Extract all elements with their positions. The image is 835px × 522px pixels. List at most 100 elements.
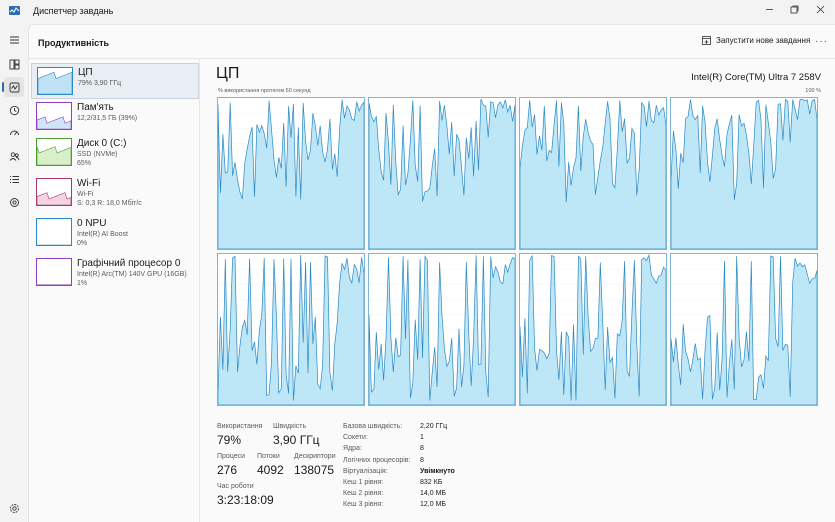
device-name: Диск 0 (C:)	[77, 138, 127, 149]
spec-value: 832 КБ	[420, 479, 443, 486]
spec-label: Кеш 2 рівня:	[343, 490, 384, 498]
device-detail: SSD (NVMe)	[77, 151, 118, 158]
spec-label: Кеш 3 рівня:	[343, 501, 384, 509]
device-detail: 12,2/31,5 ГБ (39%)	[77, 115, 138, 122]
usage-label: Використання	[217, 423, 263, 430]
handles-label: Дескриптори	[294, 453, 336, 460]
device-item[interactable]: Диск 0 (C:) SSD (NVMe) 65%	[31, 135, 199, 171]
device-list: ЦП 79% 3,90 ГГц Пам'ять 12,2/31,5 ГБ (39%) Д…	[29, 59, 200, 522]
processes-icon	[9, 59, 19, 69]
device-name: Графічний процесор 0	[77, 258, 181, 269]
nav-startup-apps[interactable]	[4, 123, 24, 143]
spec-value: 12,0 МБ	[420, 501, 446, 509]
device-item[interactable]: ЦП 79% 3,90 ГГц	[31, 63, 199, 99]
spec-value: 8	[420, 445, 424, 453]
device-thumbnail-graph	[36, 178, 72, 206]
spec-value: 8	[420, 456, 424, 464]
users-icon	[9, 151, 19, 161]
device-item[interactable]: Графічний процесор 0 Intel(R) Arc(TM) 140…	[31, 255, 199, 291]
spec-label: Логічних процесорів:	[343, 456, 411, 464]
device-detail: 79% 3,90 ГГц	[78, 80, 122, 87]
graph-axis-max: 100 %	[805, 88, 821, 94]
nav-services[interactable]	[4, 192, 24, 212]
nav-processes[interactable]	[4, 54, 24, 74]
device-name: Пам'ять	[77, 102, 114, 113]
logical-processor-graph	[670, 97, 818, 250]
device-detail: S: 0,3 R: 18,0 Мбіт/с	[77, 200, 142, 207]
menu-button[interactable]	[4, 30, 24, 50]
logical-processor-graphs	[217, 97, 823, 408]
spec-label: Ядра:	[343, 445, 362, 453]
device-thumbnail-graph	[36, 102, 72, 130]
spec-label: Кеш 1 рівня:	[343, 479, 384, 486]
device-thumbnail-graph	[36, 138, 72, 166]
device-detail: 1%	[77, 280, 88, 287]
close-button[interactable]	[806, 0, 834, 18]
spec-label: Сокети:	[343, 434, 368, 442]
device-item[interactable]: Wi-Fi Wi-Fi S: 0,3 R: 18,0 Мбіт/с	[31, 175, 199, 211]
run-task-icon	[702, 36, 711, 45]
device-item[interactable]: 0 NPU Intel(R) AI Boost 0%	[31, 215, 199, 251]
navigation-rail	[0, 24, 28, 522]
minimize-button[interactable]	[755, 0, 783, 18]
run-new-task-button[interactable]: Запустити нове завдання	[702, 36, 810, 45]
title-bar: Диспетчер завдань	[0, 0, 835, 24]
spec-label: Базова швидкість:	[343, 423, 403, 430]
device-detail: 65%	[77, 160, 92, 167]
logical-processor-graph	[670, 253, 818, 406]
logical-processor-graph	[519, 253, 667, 406]
more-options-button[interactable]: ···	[815, 36, 828, 47]
speed-value: 3,90 ГГц	[273, 433, 320, 447]
processes-label: Процеси	[217, 453, 246, 460]
minimize-icon	[765, 8, 773, 10]
usage-value: 79%	[217, 433, 242, 447]
menu-icon	[9, 36, 19, 44]
details-icon	[9, 175, 19, 183]
services-icon	[9, 197, 19, 207]
threads-value: 4092	[257, 463, 284, 477]
close-icon	[816, 5, 824, 13]
uptime-label: Час роботи	[217, 483, 254, 490]
handles-value: 138075	[294, 463, 335, 477]
spec-label: Віртуалізація:	[343, 467, 388, 475]
performance-icon	[9, 82, 19, 92]
nav-users[interactable]	[4, 146, 24, 166]
logical-processor-graph	[368, 253, 516, 406]
speed-label: Швидкість	[273, 423, 307, 430]
nav-performance[interactable]	[2, 77, 24, 97]
spec-value: Увімкнуто	[420, 467, 455, 475]
startup-icon	[9, 130, 19, 135]
task-manager-app-icon	[9, 6, 20, 15]
device-detail: Intel(R) Arc(TM) 140V GPU (16GB)	[77, 271, 187, 278]
page-title: Продуктивність	[38, 38, 110, 48]
device-detail: Wi-Fi	[77, 191, 94, 198]
device-thumbnail-graph	[37, 67, 73, 95]
device-detail: 0%	[77, 240, 88, 247]
device-name: ЦП	[78, 67, 93, 78]
main-panel: Продуктивність Запустити нове завдання ·…	[28, 24, 835, 522]
logical-processor-graph	[519, 97, 667, 250]
settings-icon	[9, 503, 19, 513]
history-icon	[9, 105, 19, 115]
page-header: Продуктивність Запустити нове завдання ·…	[29, 25, 835, 59]
logical-processor-graph	[217, 253, 365, 406]
window-title: Диспетчер завдань	[33, 6, 114, 16]
spec-value: 1	[420, 434, 424, 442]
nav-details[interactable]	[4, 169, 24, 189]
nav-app-history[interactable]	[4, 100, 24, 120]
device-item[interactable]: Пам'ять 12,2/31,5 ГБ (39%)	[31, 99, 199, 135]
maximize-button[interactable]	[780, 0, 808, 18]
run-new-task-label: Запустити нове завдання	[716, 36, 811, 45]
device-detail: Intel(R) AI Boost	[77, 231, 128, 238]
uptime-value: 3:23:18:09	[217, 493, 274, 507]
cpu-model: Intel(R) Core(TM) Ultra 7 258V	[691, 72, 821, 83]
spec-value: 14,0 МБ	[420, 490, 446, 498]
restore-icon	[790, 5, 798, 13]
device-name: Wi-Fi	[77, 178, 101, 189]
spec-value: 2,20 ГГц	[420, 423, 448, 430]
logical-processor-graph	[217, 97, 365, 250]
nav-settings[interactable]	[4, 498, 24, 518]
cpu-heading: ЦП	[216, 65, 240, 82]
device-thumbnail-graph	[36, 218, 72, 246]
device-thumbnail-graph	[36, 258, 72, 286]
